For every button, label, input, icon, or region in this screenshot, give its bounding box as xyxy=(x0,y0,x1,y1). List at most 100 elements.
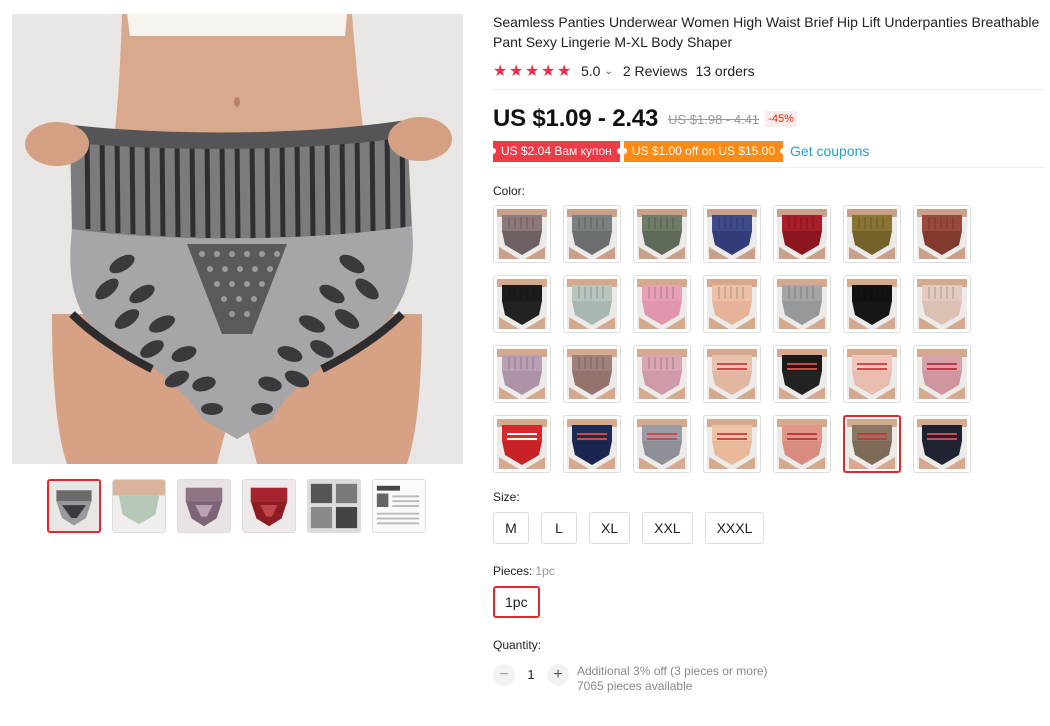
chevron-down-icon[interactable]: ⌄ xyxy=(604,66,612,77)
swatch-image xyxy=(777,209,827,259)
price-row: US $1.09 - 2.43 US $1.98 - 4.41 -45% xyxy=(493,104,1045,134)
divider xyxy=(493,89,1045,90)
pieces-options: 1pc xyxy=(493,586,1045,618)
color-swatch-20[interactable] xyxy=(843,345,901,403)
swatch-image xyxy=(847,209,897,259)
color-swatch-15[interactable] xyxy=(493,345,551,403)
pieces-label: Pieces: 1pc xyxy=(493,564,1045,578)
swatch-image xyxy=(637,419,687,469)
color-swatch-26[interactable] xyxy=(773,415,831,473)
divider xyxy=(493,167,1045,168)
swatch-image xyxy=(917,349,967,399)
color-swatch-14[interactable] xyxy=(913,275,971,333)
color-swatch-28[interactable] xyxy=(913,415,971,473)
swatch-image xyxy=(777,419,827,469)
quantity-plus-button[interactable]: + xyxy=(547,664,569,686)
color-swatch-12[interactable] xyxy=(773,275,831,333)
reviews-link[interactable]: 2 Reviews xyxy=(623,63,688,79)
swatch-image xyxy=(777,279,827,329)
swatch-image xyxy=(917,209,967,259)
size-option-xl[interactable]: XL xyxy=(589,512,631,544)
color-swatch-16[interactable] xyxy=(563,345,621,403)
stock-available: 7065 pieces available xyxy=(577,679,693,693)
bulk-discount-note: Additional 3% off (3 pieces or more) xyxy=(577,664,768,678)
color-swatch-25[interactable] xyxy=(703,415,761,473)
swatch-image xyxy=(707,419,757,469)
pieces-label-text: Pieces: xyxy=(493,564,533,578)
main-product-image[interactable] xyxy=(12,14,463,464)
color-swatch-6[interactable] xyxy=(843,205,901,263)
color-label: Color: xyxy=(493,184,526,198)
color-swatch-19[interactable] xyxy=(773,345,831,403)
color-swatch-1[interactable] xyxy=(493,205,551,263)
thumbnail-2[interactable] xyxy=(112,479,166,533)
swatch-image xyxy=(847,279,897,329)
size-option-l[interactable]: L xyxy=(541,512,577,544)
star-icon: ★ xyxy=(557,62,572,80)
current-price: US $1.09 - 2.43 xyxy=(493,105,659,132)
thumbnail-6-size-chart[interactable] xyxy=(372,479,426,533)
quantity-minus-button[interactable]: − xyxy=(493,664,515,686)
rating-value[interactable]: 5.0 xyxy=(581,63,600,79)
color-swatch-7[interactable] xyxy=(913,205,971,263)
get-coupons-link[interactable]: Get coupons xyxy=(790,143,869,159)
color-swatch-22[interactable] xyxy=(493,415,551,473)
color-swatch-11[interactable] xyxy=(703,275,761,333)
size-option-m[interactable]: M xyxy=(493,512,529,544)
swatch-image xyxy=(917,419,967,469)
pieces-option-1pc[interactable]: 1pc xyxy=(493,586,540,618)
swatch-image xyxy=(847,419,897,469)
color-swatch-27[interactable] xyxy=(843,415,901,473)
star-rating: ★ ★ ★ ★ ★ xyxy=(493,62,572,80)
thumbnail-3[interactable] xyxy=(177,479,231,533)
color-swatch-21[interactable] xyxy=(913,345,971,403)
swatch-image xyxy=(707,349,757,399)
product-info: Seamless Panties Underwear Women High Wa… xyxy=(490,12,1045,694)
color-swatch-23[interactable] xyxy=(563,415,621,473)
coupon-badge-orange[interactable]: US $1.00 off on US $15.00 xyxy=(620,140,787,162)
swatch-image xyxy=(497,419,547,469)
discount-badge: -45% xyxy=(765,111,797,127)
color-swatch-18[interactable] xyxy=(703,345,761,403)
color-swatch-10[interactable] xyxy=(633,275,691,333)
color-swatch-4[interactable] xyxy=(703,205,761,263)
star-icon: ★ xyxy=(509,62,524,80)
product-photo xyxy=(12,14,463,464)
orders-count: 13 orders xyxy=(695,63,755,79)
quantity-stepper: − 1 + Additional 3% off (3 pieces or mor… xyxy=(493,664,1045,694)
size-option-xxl[interactable]: XXL xyxy=(642,512,693,544)
original-price: US $1.98 - 4.41 xyxy=(668,111,760,127)
swatch-image xyxy=(497,209,547,259)
swatch-image xyxy=(567,279,617,329)
color-swatch-8[interactable] xyxy=(493,275,551,333)
swatch-image xyxy=(847,349,897,399)
star-icon: ★ xyxy=(493,62,508,80)
color-swatch-17[interactable] xyxy=(633,345,691,403)
swatch-image xyxy=(917,279,967,329)
quantity-label: Quantity: xyxy=(493,638,542,652)
swatch-image xyxy=(567,349,617,399)
swatch-image xyxy=(637,349,687,399)
color-swatch-9[interactable] xyxy=(563,275,621,333)
size-option-xxxl[interactable]: XXXL xyxy=(704,512,765,544)
color-swatch-5[interactable] xyxy=(773,205,831,263)
thumbnail-1[interactable] xyxy=(47,479,101,533)
color-swatch-13[interactable] xyxy=(843,275,901,333)
coupon-row: US $2.04 Вам купон US $1.00 off on US $1… xyxy=(490,140,1045,162)
thumbnail-4[interactable] xyxy=(242,479,296,533)
color-swatch-24[interactable] xyxy=(633,415,691,473)
swatch-image xyxy=(637,209,687,259)
product-title: Seamless Panties Underwear Women High Wa… xyxy=(493,14,1040,50)
size-options: M L XL XXL XXXL xyxy=(493,512,1045,544)
star-icon: ★ xyxy=(525,62,540,80)
rating-row: ★ ★ ★ ★ ★ 5.0 ⌄ 2 Reviews 13 orders xyxy=(493,61,1045,81)
thumbnail-5[interactable] xyxy=(307,479,361,533)
color-swatch-2[interactable] xyxy=(563,205,621,263)
thumbnail-strip xyxy=(47,479,426,533)
star-icon: ★ xyxy=(541,62,556,80)
color-swatch-3[interactable] xyxy=(633,205,691,263)
pieces-selected-value: 1pc xyxy=(535,564,555,578)
coupon-badge-red[interactable]: US $2.04 Вам купон xyxy=(490,140,623,162)
swatch-image xyxy=(567,419,617,469)
quantity-input[interactable]: 1 xyxy=(515,664,547,686)
